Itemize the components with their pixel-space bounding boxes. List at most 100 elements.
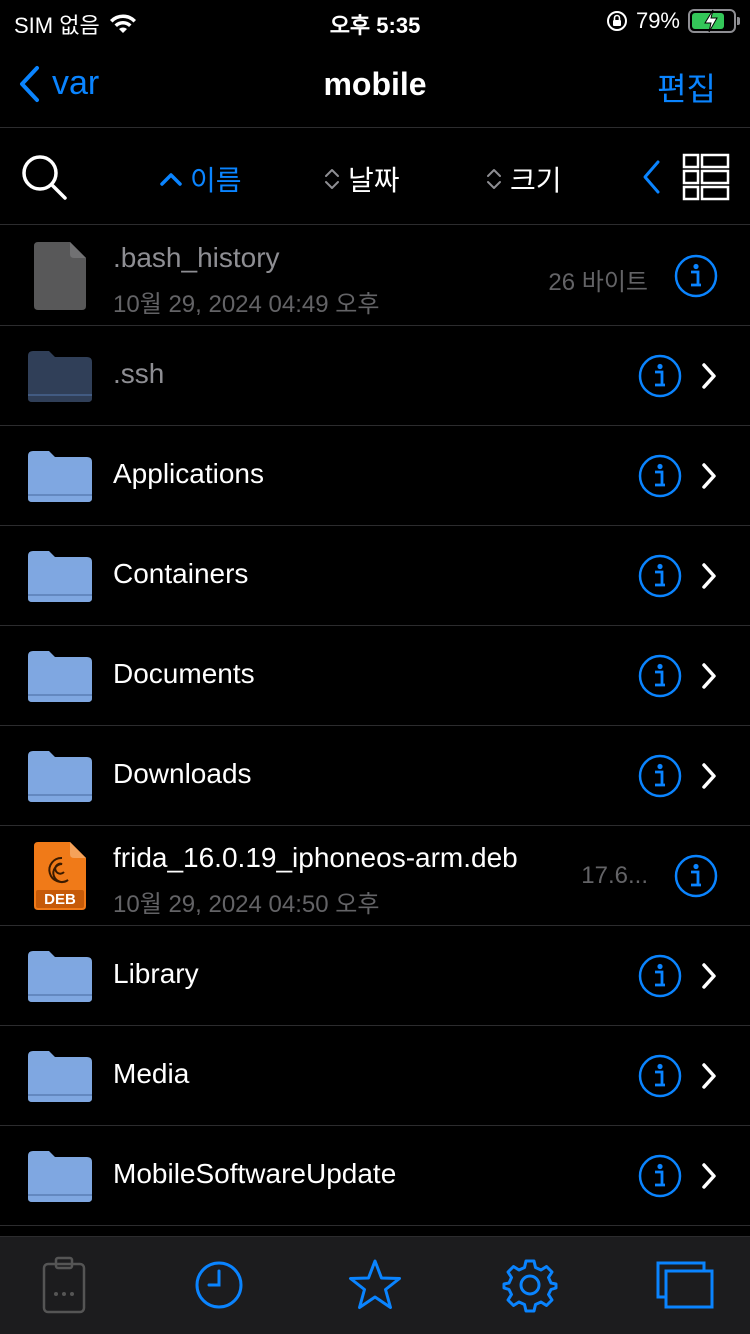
sort-by-size-button[interactable]: 크기 [486, 159, 562, 199]
charging-bolt-icon [704, 9, 718, 33]
file-thumbnail [24, 240, 96, 312]
tab-settings[interactable] [500, 1255, 560, 1315]
tab-recents[interactable] [189, 1255, 249, 1315]
folder-icon [28, 1051, 92, 1102]
disclosure-chevron[interactable] [700, 762, 718, 795]
file-name: Library [113, 958, 199, 989]
info-icon [674, 254, 718, 298]
sort-updown-icon [325, 169, 339, 189]
tab-favorites[interactable] [345, 1255, 405, 1315]
sort-by-name-button[interactable]: 이름 [160, 159, 242, 199]
file-icon [34, 242, 86, 310]
info-icon [638, 1054, 682, 1098]
file-name: Applications [113, 458, 264, 489]
chevron-right-icon [702, 363, 716, 389]
info-icon [638, 954, 682, 998]
chevron-right-icon [702, 1063, 716, 1089]
info-button[interactable] [638, 1054, 682, 1098]
file-row[interactable]: DEB frida_16.0.19_iphoneos-arm.deb 10월 29,… [0, 826, 750, 926]
info-button[interactable] [674, 854, 718, 898]
info-icon [638, 554, 682, 598]
file-name: Downloads [113, 758, 252, 789]
status-bar: SIM 없음 오후 5:35 79% [0, 0, 750, 40]
folder-icon [28, 751, 92, 802]
folder-icon [28, 651, 92, 702]
info-button[interactable] [638, 554, 682, 598]
file-row[interactable]: Downloads [0, 726, 750, 826]
info-button[interactable] [638, 354, 682, 398]
file-name: MobileSoftwareUpdate [113, 1158, 397, 1189]
clipboard-icon [42, 1256, 86, 1314]
file-list: .bash_history 10월 29, 2024 04:49 오후 26 바이트… [0, 226, 750, 1226]
disclosure-chevron[interactable] [700, 662, 718, 695]
edit-button[interactable]: 편집 [657, 64, 716, 110]
folder-icon [28, 551, 92, 602]
file-row[interactable]: Applications [0, 426, 750, 526]
chevron-right-icon [702, 763, 716, 789]
battery-icon [688, 9, 740, 33]
sort-updown-icon [487, 169, 501, 189]
file-name: .ssh [113, 358, 165, 389]
file-row[interactable]: .ssh [0, 326, 750, 426]
folder-icon [28, 451, 92, 502]
file-size: 26 바이트 [548, 269, 648, 296]
file-name: Documents [113, 658, 255, 689]
file-name: .bash_history [113, 242, 280, 273]
file-name: frida_16.0.19_iphoneos-arm.deb [113, 842, 518, 873]
info-icon [638, 654, 682, 698]
file-thumbnail [24, 540, 96, 612]
file-thumbnail: DEB [24, 840, 96, 912]
chevron-right-icon [702, 663, 716, 689]
info-button[interactable] [638, 954, 682, 998]
info-icon [638, 354, 682, 398]
disclosure-chevron[interactable] [700, 962, 718, 995]
gear-icon [502, 1259, 558, 1313]
page-title: mobile [323, 66, 427, 102]
info-button[interactable] [638, 1154, 682, 1198]
file-thumbnail [24, 340, 96, 412]
disclosure-chevron[interactable] [700, 462, 718, 495]
info-button[interactable] [638, 654, 682, 698]
chevron-left-icon[interactable] [640, 159, 662, 195]
file-thumbnail [24, 640, 96, 712]
info-icon [638, 1154, 682, 1198]
info-icon [674, 854, 718, 898]
view-mode-icon[interactable] [682, 153, 730, 201]
folder-icon [28, 1151, 92, 1202]
info-button[interactable] [638, 754, 682, 798]
file-row[interactable]: Documents [0, 626, 750, 726]
star-icon [349, 1259, 401, 1309]
file-thumbnail [24, 440, 96, 512]
chevron-right-icon [702, 963, 716, 989]
clock-icon [195, 1261, 243, 1309]
disclosure-chevron[interactable] [700, 1062, 718, 1095]
file-date: 10월 29, 2024 04:50 오후 [113, 891, 380, 918]
file-row[interactable]: Containers [0, 526, 750, 626]
tab-clipboard[interactable] [34, 1255, 94, 1315]
deb-badge-label: DEB [44, 891, 76, 908]
chevron-right-icon [702, 563, 716, 589]
disclosure-chevron[interactable] [700, 1162, 718, 1195]
windows-icon [656, 1261, 714, 1309]
tab-windows[interactable] [655, 1255, 715, 1315]
search-icon[interactable] [20, 153, 68, 201]
sort-by-date-button[interactable]: 날짜 [324, 159, 400, 199]
folder-icon [28, 351, 92, 402]
disclosure-chevron[interactable] [700, 362, 718, 395]
disclosure-chevron[interactable] [700, 562, 718, 595]
tab-bar [0, 1236, 750, 1334]
file-date: 10월 29, 2024 04:49 오후 [113, 291, 380, 318]
sort-size-label: 크기 [510, 165, 562, 196]
file-thumbnail [24, 1140, 96, 1212]
file-row[interactable]: Media [0, 1026, 750, 1126]
file-thumbnail [24, 940, 96, 1012]
chevron-up-icon [160, 173, 182, 186]
info-button[interactable] [638, 454, 682, 498]
info-button[interactable] [674, 254, 718, 298]
file-row[interactable]: .bash_history 10월 29, 2024 04:49 오후 26 바이트 [0, 226, 750, 326]
file-thumbnail [24, 1040, 96, 1112]
sort-name-label: 이름 [190, 165, 242, 196]
file-row[interactable]: MobileSoftwareUpdate [0, 1126, 750, 1226]
file-row[interactable]: Library [0, 926, 750, 1026]
info-icon [638, 454, 682, 498]
